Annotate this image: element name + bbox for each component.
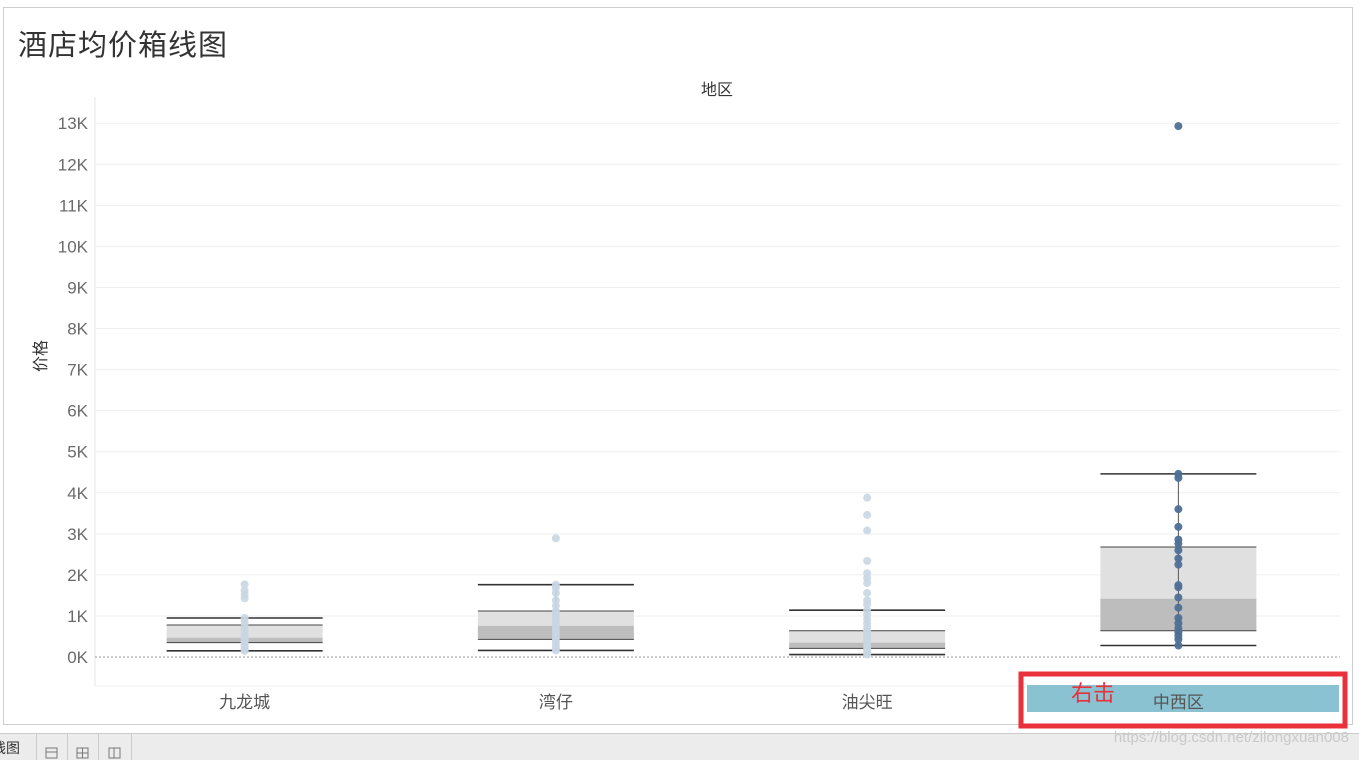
y-tick-label: 6K: [67, 402, 88, 421]
data-point: [240, 580, 249, 589]
annotation-text: 右击: [1071, 682, 1116, 707]
data-point: [551, 580, 560, 589]
data-point: [1174, 613, 1183, 622]
data-point: [1174, 603, 1183, 612]
data-point: [863, 596, 872, 605]
data-point: [863, 569, 872, 578]
data-point: [863, 526, 872, 535]
y-tick-label: 13K: [58, 114, 89, 133]
new-worksheet-icon[interactable]: [37, 734, 68, 760]
new-story-icon[interactable]: [99, 734, 132, 760]
data-point: [863, 510, 872, 519]
new-dashboard-icon[interactable]: [68, 734, 99, 760]
y-tick-label: 1K: [67, 607, 88, 626]
y-tick-label: 3K: [67, 525, 88, 544]
data-point: [551, 596, 560, 605]
y-tick-label: 2K: [67, 566, 88, 585]
data-point: [1174, 581, 1183, 590]
data-point: [863, 588, 872, 597]
data-point: [1174, 535, 1183, 544]
category-label[interactable]: 中西区: [1153, 693, 1204, 713]
y-tick-label: 8K: [67, 320, 88, 339]
data-point: [1174, 554, 1183, 563]
y-tick-label: 9K: [67, 278, 88, 297]
data-point: [863, 556, 872, 565]
data-point: [1174, 122, 1183, 131]
data-point: [551, 534, 560, 543]
boxplot-chart: 0K 1K 2K 3K 4K 5K 6K 7K 8K 9K 10K 11K 12K 13K 九龙城 湾仔 油尖旺…: [58, 97, 1348, 729]
sheet-tab-label: 线图: [0, 741, 20, 757]
y-tick-label: 0K: [67, 648, 88, 667]
data-point: [1174, 593, 1183, 602]
y-tick-label: 12K: [58, 155, 89, 174]
data-point: [1174, 469, 1183, 478]
y-tick-label: 11K: [59, 196, 89, 215]
y-tick-label: 4K: [67, 484, 88, 503]
y-tick-label: 10K: [58, 237, 89, 256]
data-point: [1174, 505, 1183, 514]
data-point: [240, 613, 249, 622]
watermark-text: https://blog.csdn.net/zilongxuan008: [1113, 729, 1349, 746]
data-point: [1174, 522, 1183, 531]
category-label[interactable]: 湾仔: [539, 693, 573, 713]
y-tick-label: 7K: [67, 361, 88, 380]
category-label[interactable]: 油尖旺: [842, 693, 893, 713]
data-point: [863, 493, 872, 502]
sheet-tab[interactable]: 线图: [0, 734, 37, 760]
y-tick-label: 5K: [67, 443, 88, 462]
category-label[interactable]: 九龙城: [219, 693, 270, 713]
